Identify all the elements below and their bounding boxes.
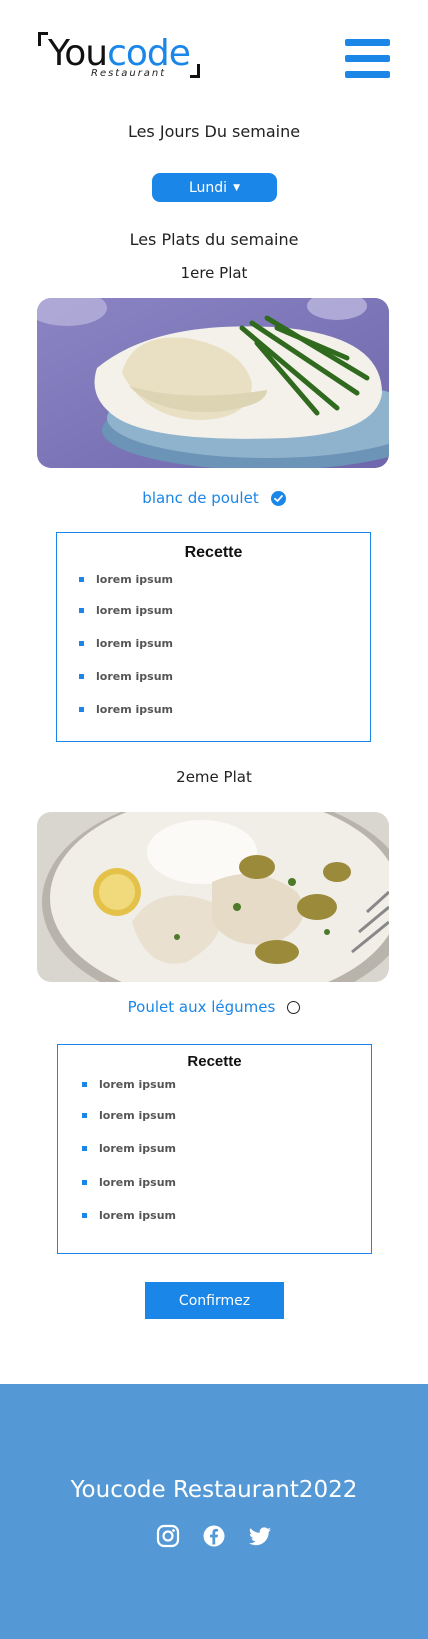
radio-empty-icon[interactable] (287, 1000, 301, 1014)
bullet-icon (82, 1082, 87, 1087)
header: Youcode Restaurant (0, 0, 428, 100)
recipe-item: lorem ipsum (79, 703, 173, 716)
hamburger-bar (345, 39, 390, 46)
bullet-icon (79, 608, 84, 613)
recipe-item: lorem ipsum (82, 1078, 176, 1091)
dishes-title: Les Plats du semaine (129, 230, 299, 249)
bullet-icon (79, 707, 84, 712)
bullet-icon (79, 641, 84, 646)
dish-2-option[interactable]: Poulet aux légumes (0, 998, 428, 1016)
instagram-icon[interactable] (156, 1524, 180, 1548)
chevron-down-icon: ▼ (233, 182, 240, 193)
dish-1-heading: 1ere Plat (180, 264, 248, 282)
recipe-item: lorem ipsum (82, 1176, 176, 1189)
facebook-icon[interactable] (202, 1524, 226, 1548)
recipe-item-text: lorem ipsum (99, 1142, 176, 1155)
dish-1-name: blanc de poulet (142, 489, 259, 507)
recipe-item: lorem ipsum (82, 1142, 176, 1155)
checkmark-icon (273, 494, 283, 502)
hamburger-icon[interactable] (345, 39, 390, 79)
youcode-logo[interactable]: Youcode Restaurant (38, 32, 200, 79)
logo-bracket-top-left (38, 32, 48, 46)
dish-2-name: Poulet aux légumes (127, 998, 276, 1016)
recipe-item-text: lorem ipsum (96, 703, 173, 716)
bullet-icon (79, 577, 84, 582)
recipe-item: lorem ipsum (82, 1209, 176, 1222)
recipe-item-text: lorem ipsum (96, 573, 173, 586)
dish-2-recipe-box: Recette lorem ipsum lorem ipsum lorem ip… (57, 1044, 372, 1254)
recipe-item: lorem ipsum (79, 604, 173, 617)
twitter-icon[interactable] (248, 1524, 272, 1548)
check-circle-icon[interactable] (270, 490, 286, 506)
recipe-item: lorem ipsum (79, 637, 173, 650)
logo-bracket-bottom-right (190, 64, 200, 78)
recipe-item-text: lorem ipsum (99, 1176, 176, 1189)
recipe-item: lorem ipsum (82, 1109, 176, 1122)
dish-1-recipe-box: Recette lorem ipsum lorem ipsum lorem ip… (56, 532, 371, 742)
logo-subtitle: Restaurant (91, 68, 167, 79)
dish-2-image (37, 812, 389, 982)
bullet-icon (79, 674, 84, 679)
hamburger-bar (345, 71, 390, 78)
bullet-icon (82, 1113, 87, 1118)
chicken-breast-plate-image (37, 298, 389, 468)
hamburger-bar (345, 55, 390, 62)
footer: Youcode Restaurant2022 (0, 1384, 428, 1639)
recipe-item-text: lorem ipsum (99, 1209, 176, 1222)
recipe-item-text: lorem ipsum (96, 670, 173, 683)
bullet-icon (82, 1146, 87, 1151)
recipe-item: lorem ipsum (79, 573, 173, 586)
dish-1-option[interactable]: blanc de poulet (0, 489, 428, 507)
recipe-item-text: lorem ipsum (96, 637, 173, 650)
recipe-item-text: lorem ipsum (99, 1078, 176, 1091)
recipe-item: lorem ipsum (79, 670, 173, 683)
days-title: Les Jours Du semaine (127, 122, 301, 141)
dish-1-image (37, 298, 389, 468)
recipe-item-text: lorem ipsum (99, 1109, 176, 1122)
social-icons (0, 1524, 428, 1548)
bullet-icon (82, 1213, 87, 1218)
footer-title: Youcode Restaurant2022 (70, 1477, 358, 1503)
bullet-icon (82, 1180, 87, 1185)
recipe-title: Recette (187, 1053, 242, 1070)
day-select-value: Lundi (189, 179, 228, 196)
chicken-vegetables-plate-image (37, 812, 389, 982)
day-select-dropdown[interactable]: Lundi ▼ (152, 173, 277, 202)
confirm-button[interactable]: Confirmez (145, 1282, 284, 1319)
recipe-item-text: lorem ipsum (96, 604, 173, 617)
dish-2-heading: 2eme Plat (176, 768, 252, 786)
recipe-title: Recette (184, 544, 243, 561)
